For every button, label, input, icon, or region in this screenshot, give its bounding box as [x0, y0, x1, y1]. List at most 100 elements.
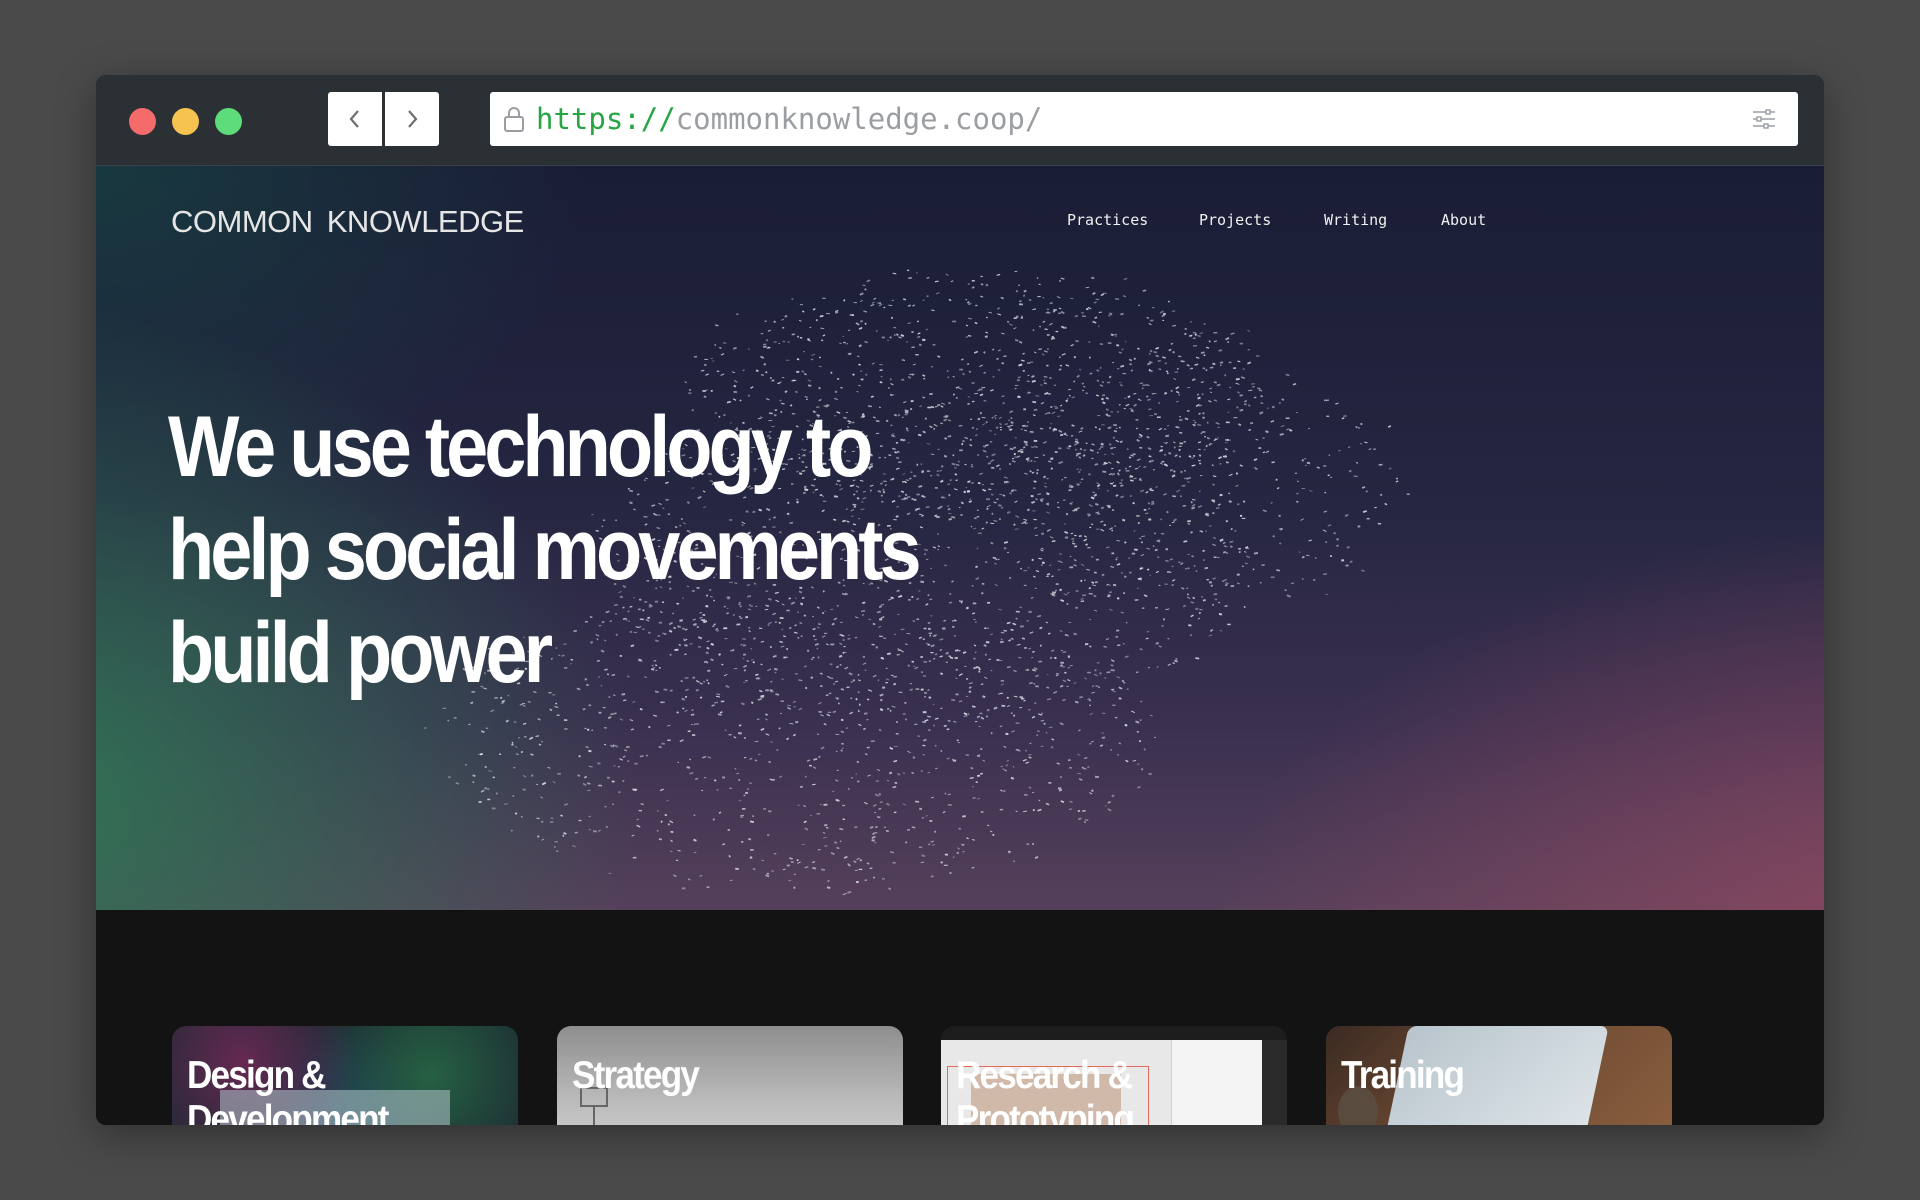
- bird-dot: [793, 886, 796, 889]
- bird-dot: [871, 835, 876, 839]
- bird-dot: [1218, 601, 1221, 604]
- bird-dot: [1132, 453, 1136, 455]
- minimize-window-button[interactable]: [172, 108, 199, 135]
- bird-dot: [1124, 467, 1128, 470]
- bird-dot: [889, 851, 894, 854]
- bird-dot: [1081, 382, 1085, 385]
- bird-dot: [993, 519, 998, 522]
- bird-dot: [541, 838, 545, 841]
- bird-dot: [617, 765, 621, 768]
- bird-dot: [1141, 535, 1146, 538]
- back-button[interactable]: [328, 92, 382, 146]
- bird-dot: [738, 799, 742, 802]
- bird-dot: [815, 319, 818, 322]
- bird-dot: [895, 333, 899, 336]
- bird-dot: [804, 865, 809, 869]
- bird-dot: [1023, 584, 1027, 586]
- bird-dot: [922, 721, 927, 723]
- site-logo[interactable]: COMMON KNOWLEDGE: [171, 204, 524, 240]
- bird-dot: [866, 862, 870, 865]
- bird-dot: [991, 453, 996, 457]
- bird-dot: [1241, 517, 1246, 520]
- bird-dot: [1008, 428, 1011, 430]
- bird-dot: [1087, 671, 1091, 674]
- bird-dot: [1060, 661, 1064, 664]
- bird-dot: [769, 377, 772, 379]
- bird-dot: [977, 454, 980, 456]
- bird-dot: [1149, 714, 1153, 717]
- bird-dot: [864, 753, 868, 756]
- bird-dot: [1298, 551, 1301, 553]
- bird-dot: [778, 727, 781, 730]
- bird-dot: [1172, 310, 1176, 312]
- nav-link-about[interactable]: About: [1441, 211, 1486, 229]
- bird-dot: [1228, 492, 1231, 495]
- bird-dot: [1082, 454, 1086, 457]
- bird-dot: [855, 773, 858, 775]
- bird-dot: [447, 719, 450, 722]
- bird-dot: [982, 695, 986, 699]
- bird-dot: [1136, 438, 1140, 442]
- bird-dot: [816, 733, 820, 735]
- bird-dot: [937, 355, 941, 358]
- bird-dot: [1074, 438, 1079, 442]
- nav-link-writing[interactable]: Writing: [1324, 211, 1387, 229]
- maximize-window-button[interactable]: [215, 108, 242, 135]
- bird-dot: [740, 816, 744, 818]
- bird-dot: [825, 826, 829, 829]
- bird-dot: [1012, 860, 1016, 863]
- bird-dot: [1028, 681, 1033, 685]
- bird-dot: [827, 711, 832, 713]
- bird-dot: [1123, 277, 1128, 281]
- bird-dot: [1015, 617, 1018, 620]
- bird-dot: [992, 556, 997, 560]
- bird-dot: [843, 299, 846, 302]
- bird-dot: [942, 811, 946, 814]
- bird-dot: [876, 816, 881, 819]
- bird-dot: [796, 370, 800, 373]
- service-card-training[interactable]: Training: [1326, 1026, 1672, 1125]
- bird-dot: [1111, 552, 1115, 555]
- bird-dot: [689, 758, 692, 761]
- bird-dot: [1012, 714, 1016, 717]
- service-card-design[interactable]: Design & Development: [172, 1026, 518, 1125]
- bird-dot: [1173, 446, 1176, 449]
- forward-button[interactable]: [385, 92, 439, 146]
- bird-dot: [1225, 421, 1230, 424]
- bird-dot: [1122, 592, 1126, 595]
- nav-link-projects[interactable]: Projects: [1199, 211, 1271, 229]
- bird-dot: [1173, 518, 1178, 522]
- bird-dot: [999, 468, 1002, 470]
- bird-dot: [1050, 337, 1056, 340]
- bird-dot: [1039, 427, 1044, 430]
- bird-dot: [522, 774, 527, 778]
- bird-dot: [1046, 364, 1049, 367]
- bird-dot: [1057, 501, 1060, 504]
- bird-dot: [883, 306, 886, 309]
- close-window-button[interactable]: [129, 108, 156, 135]
- bird-dot: [1047, 393, 1051, 395]
- bird-dot: [862, 284, 866, 286]
- bird-dot: [1106, 583, 1111, 587]
- bird-dot: [1123, 575, 1127, 578]
- service-card-research[interactable]: Research & Prototyping: [941, 1026, 1287, 1125]
- bird-dot: [1147, 398, 1151, 402]
- bird-dot: [1170, 342, 1174, 345]
- browser-settings-button[interactable]: [1737, 92, 1791, 146]
- bird-dot: [1096, 513, 1100, 515]
- bird-dot: [980, 295, 984, 298]
- bird-dot: [1136, 730, 1139, 733]
- bird-dot: [834, 390, 838, 393]
- bird-dot: [1046, 311, 1051, 315]
- bird-dot: [1018, 284, 1021, 287]
- bird-dot: [472, 781, 475, 784]
- bird-dot: [1286, 428, 1290, 431]
- service-card-strategy[interactable]: Strategy: [557, 1026, 903, 1125]
- nav-link-practices[interactable]: Practices: [1067, 211, 1148, 229]
- bird-dot: [990, 493, 994, 496]
- bird-dot: [998, 608, 1003, 611]
- bird-dot: [794, 390, 798, 394]
- bird-dot: [961, 442, 964, 446]
- address-bar[interactable]: https://commonknowledge.coop/: [490, 92, 1798, 146]
- bird-dot: [1125, 759, 1129, 763]
